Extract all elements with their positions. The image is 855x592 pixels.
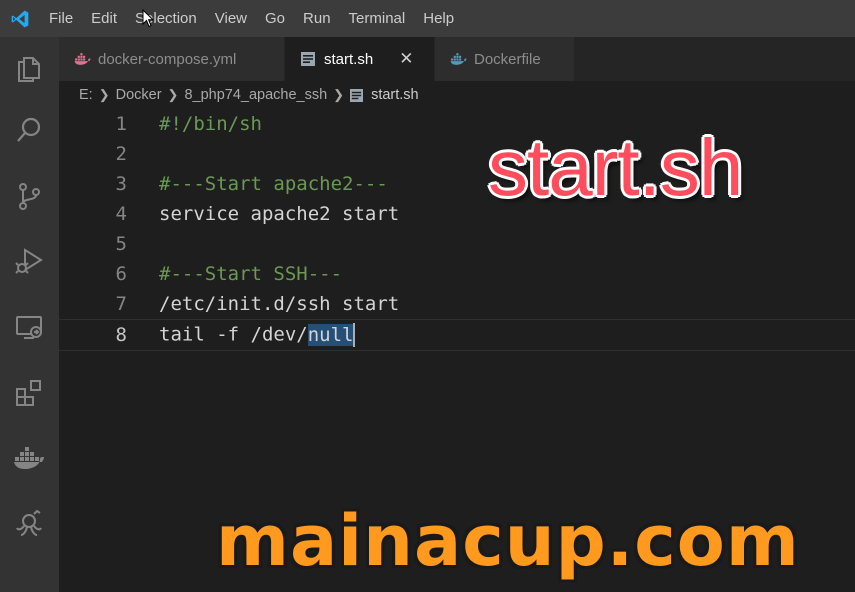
chevron-right-icon: ❯ [333,87,345,102]
close-icon[interactable]: ✕ [399,49,413,69]
code-text-before: tail -f /dev/ [159,323,308,346]
file-lines-icon [299,50,317,68]
line-number: 8 [115,324,127,346]
overlay-watermark-site: mainacup.com [216,500,800,582]
code-text: #---Start apache2--- [159,173,388,195]
activity-bar [0,37,59,592]
tab-label: docker-compose.yml [98,50,237,68]
code-text: /etc/init.d/ssh start [159,293,400,315]
text-caret [353,323,356,347]
extensions-icon[interactable] [12,376,46,410]
menu-selection[interactable]: Selection [126,0,206,37]
menu-file[interactable]: File [40,0,82,37]
breadcrumb-file[interactable]: start.sh [350,87,419,103]
tab-label: Dockerfile [474,50,541,68]
file-lines-icon [350,88,364,102]
breadcrumb-file-label: start.sh [371,87,419,103]
code-line[interactable]: 7 /etc/init.d/ssh start [59,289,855,319]
explorer-icon[interactable] [12,50,46,84]
vscode-logo-icon[interactable] [0,0,40,37]
tab-bar: docker-compose.yml start.sh ✕ Dockerfile [59,37,855,81]
search-icon[interactable] [12,113,46,147]
remote-explorer-icon[interactable] [12,310,46,344]
menu-run[interactable]: Run [294,0,340,37]
line-number: 5 [115,233,127,255]
line-number: 2 [115,143,127,165]
tab-dockerfile[interactable]: Dockerfile [435,37,575,81]
source-control-icon[interactable] [12,179,46,213]
line-number: 7 [115,293,127,315]
octopus-icon[interactable] [12,507,46,541]
line-number: 3 [115,173,127,195]
menu-view[interactable]: View [206,0,256,37]
mouse-pointer-icon [142,9,154,28]
breadcrumb-folder-docker[interactable]: Docker [116,87,162,103]
selected-text: null [307,323,354,346]
chevron-right-icon: ❯ [98,87,110,102]
breadcrumb-folder-project[interactable]: 8_php74_apache_ssh [184,87,327,103]
code-line[interactable]: 6 #---Start SSH--- [59,259,855,289]
menu-bar: File Edit Selection View Go Run Terminal… [0,0,855,37]
menu-go[interactable]: Go [256,0,294,37]
docker-icon [73,50,91,68]
breadcrumb: E: ❯ Docker ❯ 8_php74_apache_ssh ❯ start… [59,81,855,109]
docker-icon [449,50,467,68]
tab-label: start.sh [324,50,374,68]
code-text: #!/bin/sh [159,113,262,135]
code-line[interactable]: 5 [59,229,855,259]
code-text: #---Start SSH--- [159,263,343,285]
overlay-title: start.sh [488,123,743,212]
run-debug-icon[interactable] [12,244,46,278]
breadcrumb-drive[interactable]: E: [79,87,93,103]
menu-terminal[interactable]: Terminal [340,0,415,37]
line-number: 6 [115,263,127,285]
docker-icon[interactable] [12,441,46,475]
code-text: service apache2 start [159,203,400,225]
code-text: tail -f /dev/null [159,323,356,347]
tab-docker-compose[interactable]: docker-compose.yml [59,37,285,81]
line-number: 1 [115,113,127,135]
menu-edit[interactable]: Edit [82,0,126,37]
menu-help[interactable]: Help [414,0,463,37]
code-line-current[interactable]: 8 tail -f /dev/null [59,319,855,351]
chevron-right-icon: ❯ [167,87,179,102]
tab-start-sh[interactable]: start.sh ✕ [285,37,435,81]
line-number: 4 [115,203,127,225]
